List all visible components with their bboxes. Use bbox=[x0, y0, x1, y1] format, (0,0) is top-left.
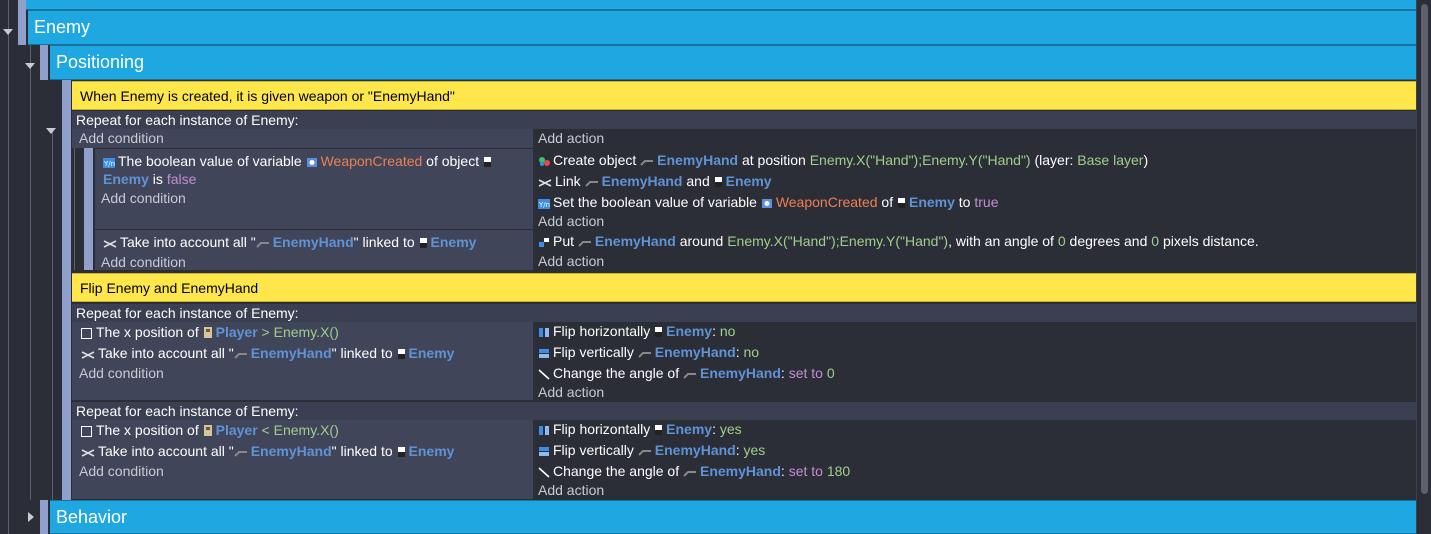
add-action-link[interactable]: Add action bbox=[538, 212, 604, 230]
flip-vertical-icon bbox=[539, 447, 549, 456]
object-icon bbox=[483, 157, 491, 167]
group-enemy[interactable]: Enemy bbox=[28, 10, 1416, 45]
flip-horizontal-icon bbox=[539, 426, 549, 435]
condition-linked-objects[interactable]: Take into account all " EnemyHand" linked… bbox=[103, 233, 476, 251]
group-title: Positioning bbox=[56, 52, 145, 72]
add-action-link[interactable]: Add action bbox=[538, 129, 604, 147]
group-strip bbox=[40, 45, 48, 80]
create-object-icon bbox=[539, 157, 550, 166]
action-flip-horizontal[interactable]: Flip horizontally Enemy: yes bbox=[538, 420, 742, 438]
angle-icon bbox=[538, 369, 550, 380]
action-flip-horizontal[interactable]: Flip horizontally Enemy: no bbox=[538, 322, 735, 340]
object-icon bbox=[419, 238, 427, 248]
object-icon bbox=[234, 451, 247, 457]
object-icon bbox=[655, 425, 663, 435]
event-strip bbox=[62, 80, 71, 500]
action-flip-vertical[interactable]: Flip vertically EnemyHand: yes bbox=[538, 441, 765, 459]
collapse-arrow-icon[interactable] bbox=[3, 29, 13, 35]
add-condition-link[interactable]: Add condition bbox=[101, 189, 186, 207]
variable-icon: Y/n bbox=[538, 199, 550, 209]
add-condition-link[interactable]: Add condition bbox=[79, 462, 164, 480]
player-icon bbox=[203, 327, 212, 338]
action-change-angle[interactable]: Change the angle of EnemyHand: set to 0 bbox=[538, 364, 835, 382]
add-action-link[interactable]: Add action bbox=[538, 383, 604, 401]
put-around-icon bbox=[539, 238, 549, 247]
object-icon bbox=[584, 181, 598, 187]
condition-boolean-variable-cont: Enemy is false bbox=[103, 171, 197, 187]
player-icon bbox=[203, 425, 212, 436]
previous-group-bar bbox=[18, 0, 1416, 10]
condition-x-position[interactable]: The x position of Player > Enemy.X() bbox=[81, 323, 339, 341]
link-icon bbox=[103, 240, 117, 248]
object-icon bbox=[655, 327, 663, 337]
repeat-header[interactable]: Repeat for each instance of Enemy: bbox=[72, 111, 1416, 129]
add-condition-link[interactable]: Add condition bbox=[79, 129, 164, 147]
object-icon bbox=[640, 160, 654, 166]
tree-guide-line bbox=[74, 148, 75, 270]
flip-vertical-icon bbox=[539, 349, 549, 358]
repeat-header[interactable]: Repeat for each instance of Enemy: bbox=[72, 402, 1416, 420]
comment-2[interactable]: Flip Enemy and EnemyHand bbox=[72, 273, 1416, 302]
tree-guide-line bbox=[52, 128, 53, 500]
expand-arrow-icon[interactable] bbox=[28, 512, 34, 522]
group-strip bbox=[40, 500, 48, 534]
variable-icon bbox=[306, 158, 317, 167]
group-positioning[interactable]: Positioning bbox=[50, 45, 1416, 80]
group-title: Enemy bbox=[34, 17, 91, 37]
add-action-link[interactable]: Add action bbox=[538, 481, 604, 499]
collapse-arrow-icon[interactable] bbox=[25, 63, 35, 69]
action-set-boolean[interactable]: Y/n Set the boolean value of variable Wea… bbox=[538, 193, 999, 211]
condition-linked-objects[interactable]: Take into account all " EnemyHand" linked… bbox=[81, 442, 454, 460]
action-create-object[interactable]: Create object EnemyHand at position Enem… bbox=[538, 151, 1148, 169]
group-title: Behavior bbox=[56, 506, 128, 527]
object-icon bbox=[256, 242, 269, 248]
action-put-around[interactable]: Put EnemyHand around Enemy.X("Hand");Ene… bbox=[538, 232, 1259, 250]
group-behavior[interactable]: Behavior bbox=[50, 500, 1416, 534]
condition-linked-objects[interactable]: Take into account all " EnemyHand" linked… bbox=[81, 344, 454, 362]
action-flip-vertical[interactable]: Flip vertically EnemyHand: no bbox=[538, 343, 759, 361]
action-link[interactable]: Link EnemyHand and Enemy bbox=[538, 172, 772, 190]
add-action-link[interactable]: Add action bbox=[538, 252, 604, 270]
flip-horizontal-icon bbox=[539, 328, 549, 337]
object-icon bbox=[638, 450, 651, 456]
object-icon bbox=[638, 352, 651, 358]
object-icon bbox=[714, 177, 722, 187]
repeat-header[interactable]: Repeat for each instance of Enemy: bbox=[72, 304, 1416, 322]
vertical-scrollbar[interactable] bbox=[1416, 0, 1431, 534]
position-compare-icon bbox=[81, 328, 92, 339]
scrollbar-thumb[interactable] bbox=[1421, 4, 1428, 494]
variable-icon bbox=[761, 199, 772, 208]
link-icon bbox=[81, 351, 95, 359]
object-icon bbox=[683, 373, 696, 379]
object-icon bbox=[234, 353, 247, 359]
link-icon bbox=[538, 179, 552, 187]
object-icon bbox=[683, 471, 696, 477]
add-condition-link[interactable]: Add condition bbox=[101, 253, 186, 271]
position-compare-icon bbox=[81, 426, 92, 437]
comment-1[interactable]: When Enemy is created, it is given weapo… bbox=[72, 81, 1416, 110]
object-icon bbox=[397, 349, 405, 359]
sub-event-strip bbox=[84, 148, 93, 270]
tree-guide-line bbox=[8, 0, 9, 534]
tree-guide-line bbox=[30, 45, 31, 500]
group-strip bbox=[18, 0, 26, 45]
object-icon bbox=[397, 447, 405, 457]
object-icon bbox=[578, 241, 591, 247]
object-icon bbox=[897, 198, 905, 208]
add-condition-link[interactable]: Add condition bbox=[79, 364, 164, 382]
svg-text:Y/n: Y/n bbox=[538, 201, 550, 209]
action-change-angle[interactable]: Change the angle of EnemyHand: set to 18… bbox=[538, 462, 850, 480]
angle-icon bbox=[538, 467, 550, 478]
svg-text:Y/n: Y/n bbox=[103, 160, 115, 168]
collapse-arrow-icon[interactable] bbox=[46, 128, 56, 134]
condition-boolean-variable[interactable]: Y/n The boolean value of variable WeaponC… bbox=[103, 152, 495, 170]
condition-x-position[interactable]: The x position of Player < Enemy.X() bbox=[81, 421, 339, 439]
link-icon bbox=[81, 449, 95, 457]
variable-icon: Y/n bbox=[103, 158, 115, 168]
